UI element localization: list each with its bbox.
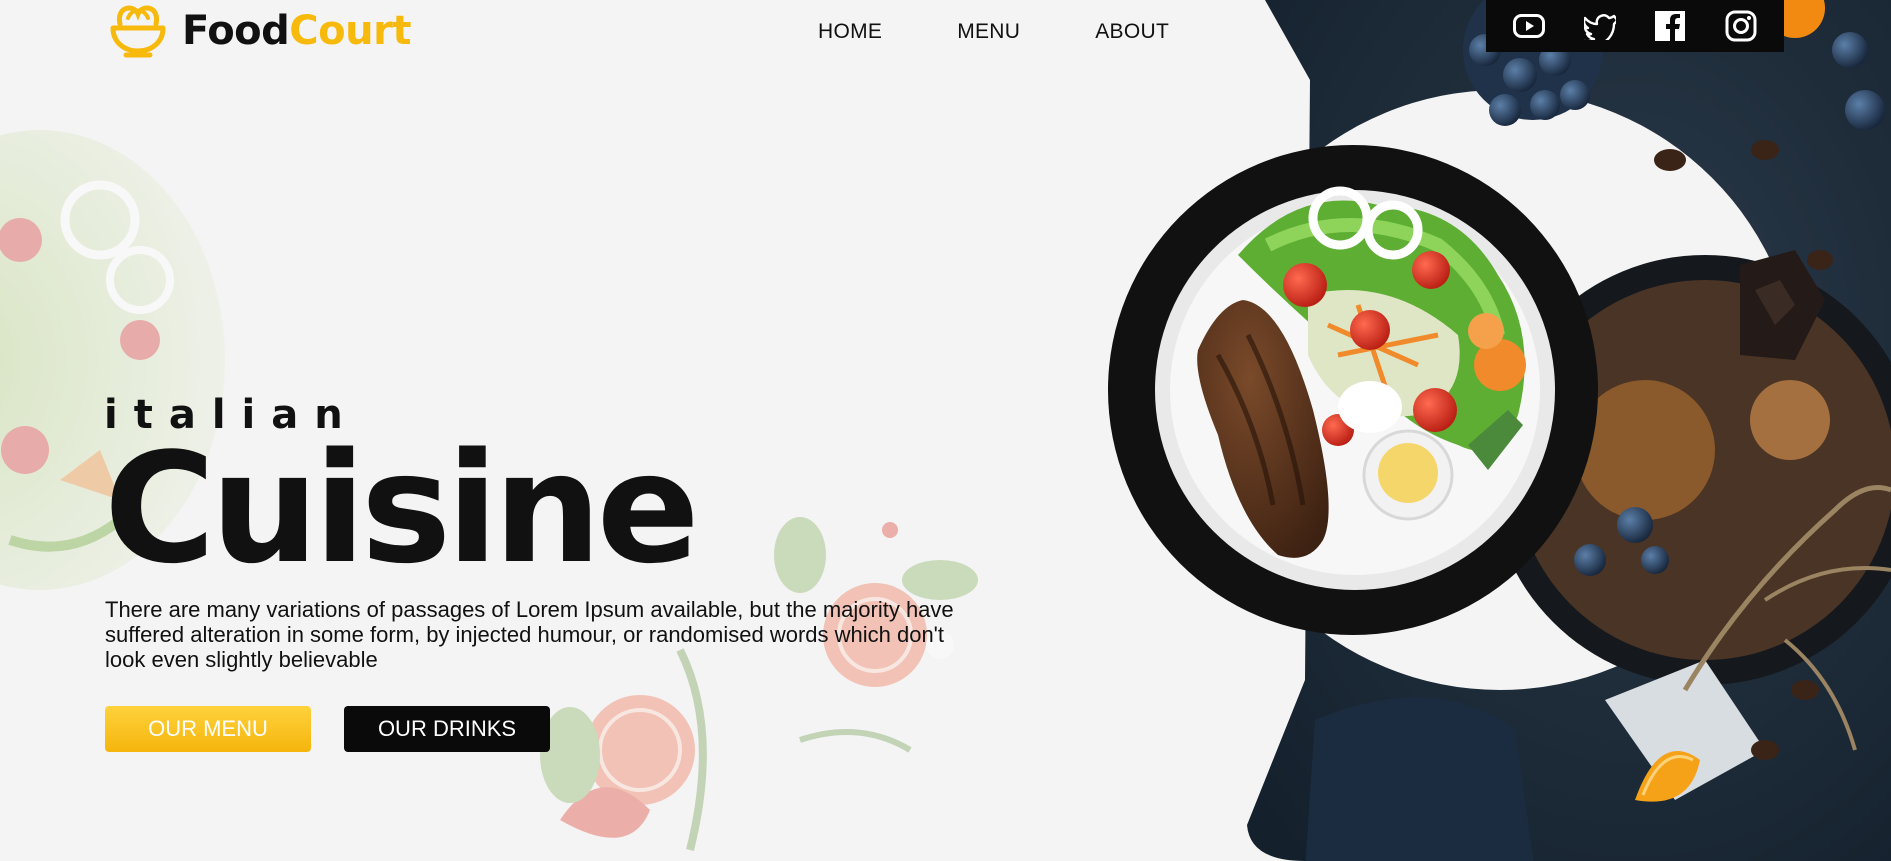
social-links-bar	[1486, 0, 1784, 52]
our-menu-button[interactable]: OUR MENU	[105, 706, 311, 752]
instagram-icon[interactable]	[1723, 8, 1759, 44]
facebook-icon[interactable]	[1652, 8, 1688, 44]
salad-plate-image	[1108, 145, 1598, 635]
nav-menu[interactable]: MENU	[957, 20, 1020, 44]
nav-about[interactable]: ABOUT	[1095, 20, 1169, 44]
our-drinks-button[interactable]: OUR DRINKS	[344, 706, 550, 752]
brand-name: FoodCourt	[182, 8, 411, 54]
nav-home[interactable]: HOME	[818, 20, 882, 44]
twitter-icon[interactable]	[1582, 8, 1618, 44]
bowl-icon	[110, 5, 166, 58]
main-nav: HOME MENU ABOUT	[818, 20, 1169, 44]
brand-name-part2: Court	[289, 8, 411, 54]
hero-title: Cuisine	[104, 420, 700, 597]
youtube-icon[interactable]	[1511, 8, 1547, 44]
hero-description: There are many variations of passages of…	[105, 597, 954, 672]
brand-name-part1: Food	[182, 8, 290, 54]
brand-logo[interactable]: FoodCourt	[108, 2, 411, 60]
